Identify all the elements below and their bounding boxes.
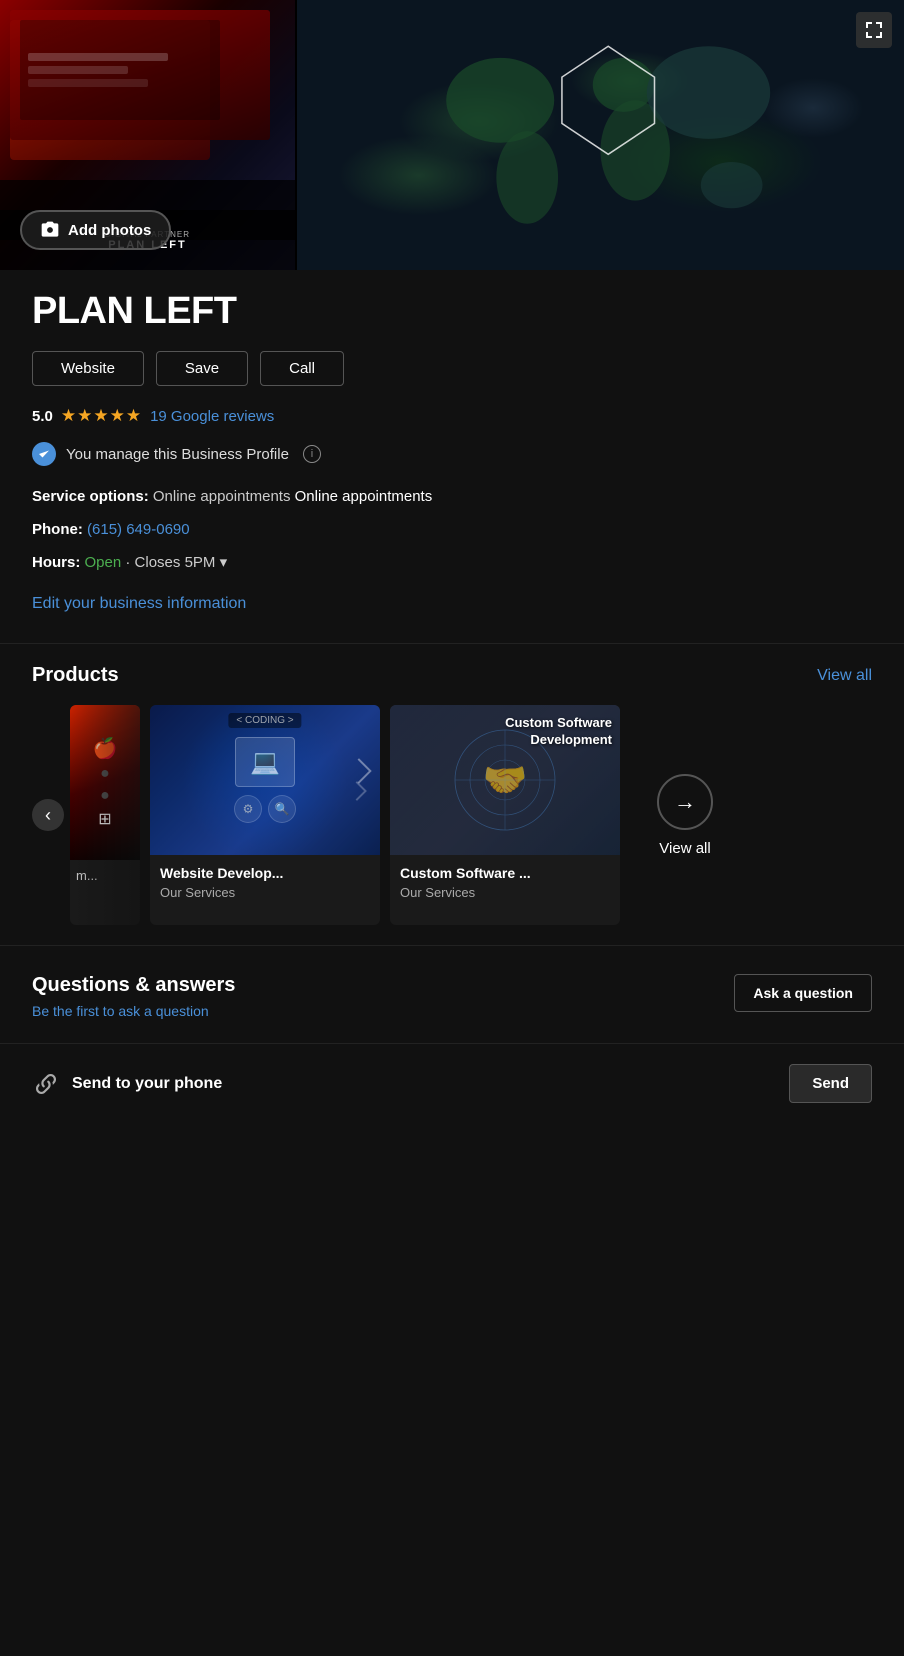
service-options-text: Online appointments <box>295 488 433 505</box>
business-name: PLAN LEFT <box>32 290 872 333</box>
custom-software-overlay-text: Custom SoftwareDevelopment <box>505 715 612 749</box>
view-all-circle-label: View all <box>659 840 710 857</box>
coding-label: < CODING > <box>228 713 301 728</box>
right-arrow-icon: → <box>674 789 696 815</box>
rating-row: 5.0 ★★★★★ 19 Google reviews <box>32 406 872 426</box>
product-image-website-dev: < CODING > 💻 ⚙ 🔍 <box>150 705 380 855</box>
hours-dropdown-icon[interactable]: ▾ <box>220 554 228 571</box>
product-card-website-dev[interactable]: < CODING > 💻 ⚙ 🔍 Website Develop... <box>150 705 380 925</box>
hours-detail: · Closes 5PM <box>125 554 215 571</box>
products-header: Products View all <box>32 664 872 687</box>
hours-status: Open <box>85 554 122 571</box>
send-section: Send to your phone Send <box>0 1043 904 1131</box>
hours-row: Hours: Open · Closes 5PM ▾ <box>32 552 872 573</box>
ask-question-button[interactable]: Ask a question <box>734 974 872 1012</box>
header-images: DIGITAL PARTNER PLAN LEFT <box>0 0 904 270</box>
edit-business-link[interactable]: Edit your business information <box>32 595 246 613</box>
view-all-arrow-circle[interactable]: → <box>657 774 713 830</box>
carousel-prev-button[interactable]: ‹ <box>32 799 64 831</box>
phone-label: Phone: <box>32 521 83 538</box>
product-card-custom-software[interactable]: 🤝 Custom SoftwareDevelopment Custom Soft… <box>390 705 620 925</box>
product-subtitle-2: Our Services <box>390 885 620 912</box>
partial-overlay <box>70 705 140 925</box>
business-section: PLAN LEFT Website Save Call 5.0 ★★★★★ 19… <box>0 270 904 643</box>
expand-icon <box>865 21 883 39</box>
send-to-phone-icon <box>32 1070 60 1098</box>
product-subtitle-1: Our Services <box>150 885 380 912</box>
qa-subtitle[interactable]: Be the first to ask a question <box>32 1003 235 1019</box>
managed-row: You manage this Business Profile i <box>32 442 872 466</box>
product-image-custom-software: 🤝 Custom SoftwareDevelopment <box>390 705 620 855</box>
managed-text: You manage this Business Profile <box>66 446 289 463</box>
view-all-circle[interactable]: → View all <box>630 705 740 925</box>
add-photos-button[interactable]: Add photos <box>20 210 171 250</box>
camera-icon <box>40 220 60 240</box>
products-section: Products View all ‹ 🍎 ● ● ⊞ m... <box>0 643 904 945</box>
send-label: Send to your phone <box>72 1075 222 1093</box>
action-buttons: Website Save Call <box>32 351 872 386</box>
products-carousel: ‹ 🍎 ● ● ⊞ m... < CODIN <box>32 705 872 925</box>
phone-row: Phone: (615) 649-0690 <box>32 519 872 540</box>
expand-button[interactable] <box>856 12 892 48</box>
carousel-left: ‹ 🍎 ● ● ⊞ m... <box>32 705 140 925</box>
product-title-1: Website Develop... <box>150 855 380 885</box>
phone-link[interactable]: (615) 649-0690 <box>87 521 190 538</box>
verified-badge <box>32 442 56 466</box>
reviews-link[interactable]: 19 Google reviews <box>150 408 274 425</box>
rating-score: 5.0 <box>32 408 53 425</box>
hours-label: Hours: <box>32 554 80 571</box>
website-button[interactable]: Website <box>32 351 144 386</box>
send-left: Send to your phone <box>32 1070 222 1098</box>
stars: ★★★★★ <box>61 406 142 426</box>
send-button[interactable]: Send <box>789 1064 872 1103</box>
service-options-value: Online appointments <box>153 488 291 505</box>
qa-title-group: Questions & answers Be the first to ask … <box>32 974 235 1019</box>
service-options-label: Service options: <box>32 488 149 505</box>
header-image-right <box>297 0 904 270</box>
info-icon[interactable]: i <box>303 445 321 463</box>
call-button[interactable]: Call <box>260 351 344 386</box>
world-map-svg <box>297 0 904 270</box>
product-card-partial-first[interactable]: 🍎 ● ● ⊞ m... <box>70 705 140 925</box>
save-button[interactable]: Save <box>156 351 248 386</box>
qa-title: Questions & answers <box>32 974 235 997</box>
qa-section: Questions & answers Be the first to ask … <box>0 945 904 1043</box>
products-title: Products <box>32 664 119 687</box>
qa-header: Questions & answers Be the first to ask … <box>32 974 872 1019</box>
checkmark-icon <box>37 447 51 461</box>
product-title-2: Custom Software ... <box>390 855 620 885</box>
products-view-all-link[interactable]: View all <box>817 667 872 685</box>
service-options-row: Service options: Online appointments Onl… <box>32 486 872 507</box>
